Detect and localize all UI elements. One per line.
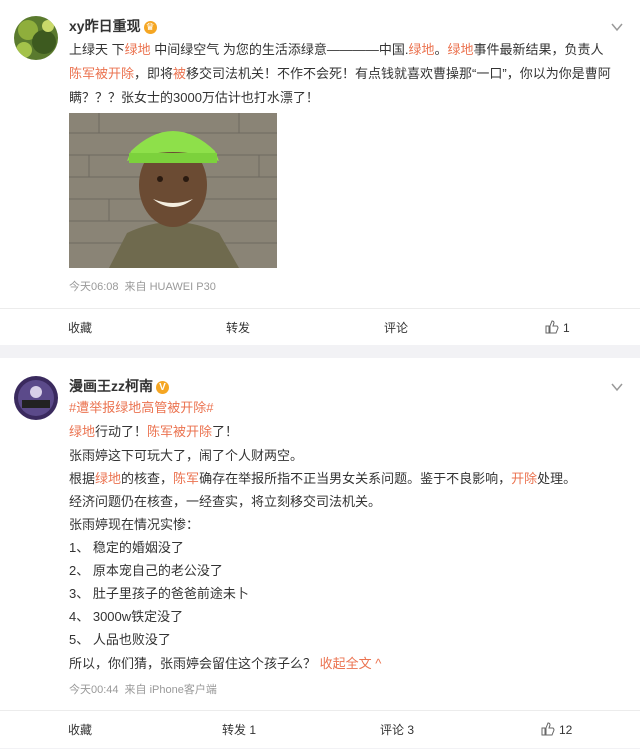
post-text-line: 上绿天 下绿地 中间绿空气 为您的生活添绿意————中国.绿地。绿地事件最新结果… xyxy=(69,42,604,57)
hashtag-link[interactable]: #遭举报绿地高管被开除# xyxy=(69,396,213,419)
username[interactable]: 漫画王zz柯南 V xyxy=(69,376,169,396)
post-source: 来自 iPhone客户端 xyxy=(124,684,217,696)
crown-badge-icon: ♛ xyxy=(143,21,157,34)
post-text-line: 瞒？？？张女士的3000万估计也打水漂了！ xyxy=(69,90,319,105)
chevron-down-icon[interactable] xyxy=(610,380,624,394)
user-avatar[interactable] xyxy=(14,16,58,60)
list-item: 5、 人品也败没了 xyxy=(69,632,171,647)
verified-v-icon: V xyxy=(156,381,169,394)
post-time[interactable]: 今天06:08 xyxy=(69,281,119,293)
action-bar: 收藏 转发 评论 1 xyxy=(0,308,640,347)
post-text-line: 绿地行动了！陈军被开除了！ xyxy=(69,424,239,439)
collapse-text-link[interactable]: 收起全文 ^ xyxy=(320,656,382,671)
username[interactable]: xy昨日重现 ♛ xyxy=(69,16,157,36)
post-text-line: 所以，你们猜，张雨婷会留住这个孩子么？ 收起全文 ^ xyxy=(69,656,382,671)
comment-button[interactable]: 评论 xyxy=(384,309,408,347)
weibo-post-2: 漫画王zz柯南 V #遭举报绿地高管被开除# 绿地行动了！陈军被开除了！ 张雨婷这… xyxy=(0,358,640,748)
post-time[interactable]: 今天00:44 xyxy=(69,684,119,696)
post-source: 来自 HUAWEI P30 xyxy=(124,281,216,293)
list-item: 2、 原本宠自己的老公没了 xyxy=(69,563,223,578)
chevron-down-icon[interactable] xyxy=(610,20,624,34)
list-item: 3、 肚子里孩子的爸爸前途未卜 xyxy=(69,586,249,601)
like-button[interactable]: 1 xyxy=(545,309,570,347)
post-meta: 今天00:44 来自 iPhone客户端 xyxy=(69,681,223,697)
like-count: 1 xyxy=(563,321,570,335)
thumb-up-icon xyxy=(541,722,555,736)
like-count: 12 xyxy=(559,723,573,737)
weibo-post-1: xy昨日重现 ♛ 上绿天 下绿地 中间绿空气 为您的生活添绿意————中国.绿地。… xyxy=(0,0,640,345)
list-item: 1、 稳定的婚姻没了 xyxy=(69,540,184,555)
user-avatar[interactable] xyxy=(14,376,58,420)
collect-button[interactable]: 收藏 xyxy=(68,309,92,347)
repost-button[interactable]: 转发 1 xyxy=(222,711,256,749)
post-text-line: 张雨婷现在情况实惨： xyxy=(69,517,200,532)
collect-button[interactable]: 收藏 xyxy=(68,711,92,749)
post-text-line: 根据绿地的核查，陈军确存在举报所指不正当男女关系问题。鉴于不良影响，开除处理。 xyxy=(69,471,577,486)
like-button[interactable]: 12 xyxy=(541,711,572,749)
post-meta: 今天06:08 来自 HUAWEI P30 xyxy=(69,278,222,294)
post-text-line: 张雨婷这下可玩大了，闹了个人财两空。 xyxy=(69,448,304,463)
post-text-line: 陈军被开除，即将被移交司法机关！不作不会死！有点钱就喜欢曹操那“一口”，你以为你… xyxy=(69,66,611,81)
post-text-line: 经济问题仍在核查，一经查实，将立刻移交司法机关。 xyxy=(69,494,382,509)
thumb-up-icon xyxy=(545,320,559,334)
action-bar: 收藏 转发 1 评论 3 12 xyxy=(0,710,640,749)
post-image[interactable] xyxy=(69,113,277,268)
repost-button[interactable]: 转发 xyxy=(226,309,250,347)
list-item: 4、 3000w铁定没了 xyxy=(69,609,184,624)
comment-button[interactable]: 评论 3 xyxy=(380,711,414,749)
